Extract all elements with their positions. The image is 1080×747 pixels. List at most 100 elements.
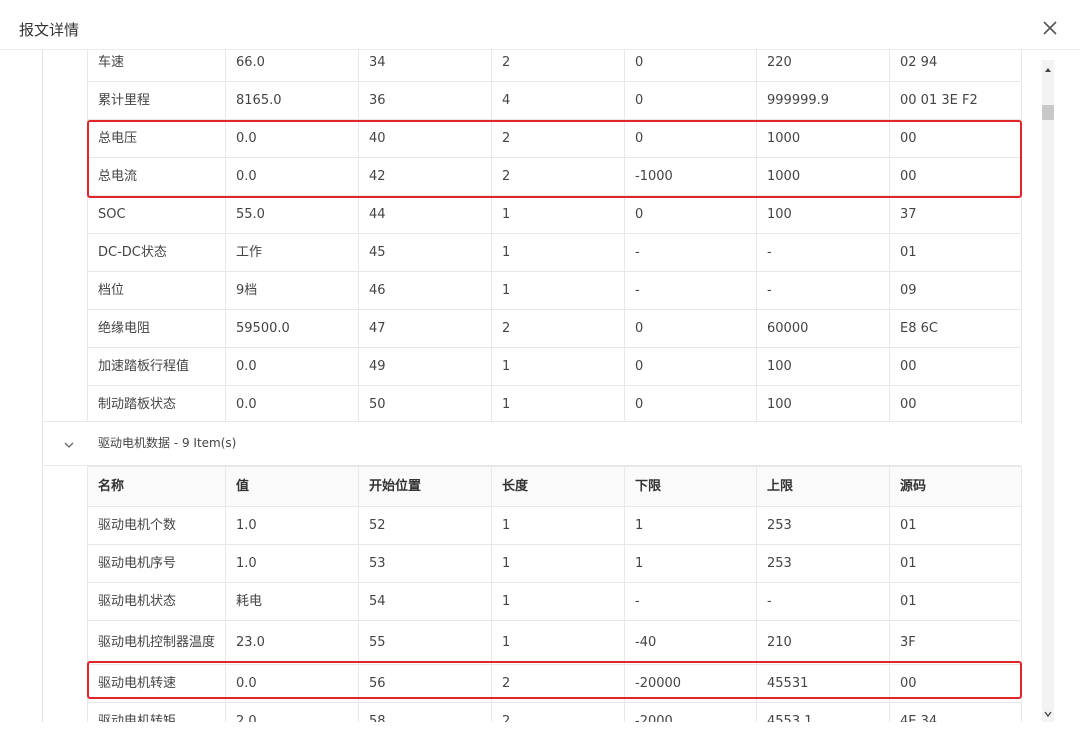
details-scroll-area[interactable]: 车速 66.0 34 2 0 220 02 94 累计里程 8165.0 36 4 0 999999.9… (0, 50, 1080, 722)
close-icon[interactable] (1038, 16, 1062, 40)
table-cell: 1 (491, 385, 625, 424)
table-row: SOC 55.0 44 1 0 100 37 (87, 195, 1022, 234)
table-cell: 9档 (225, 271, 359, 310)
table-cell: 1000 (756, 157, 890, 196)
table-cell: 1 (491, 582, 625, 621)
table-cell: 00 01 3E F2 (889, 81, 1022, 120)
table-cell: 驱动电机序号 (87, 544, 226, 583)
table-cell: 0.0 (225, 119, 359, 158)
table-cell: 1 (624, 544, 757, 583)
table-cell: 耗电 (225, 582, 359, 621)
table-cell: DC-DC状态 (87, 233, 226, 272)
dialog-footer (0, 722, 1080, 747)
table-cell: E8 6C (889, 309, 1022, 348)
scrollbar-track[interactable] (1042, 60, 1054, 722)
table-row: 总电流 0.0 42 2 -1000 1000 00 (87, 157, 1022, 196)
table-cell: 01 (889, 544, 1022, 583)
table-cell: 00 (889, 119, 1022, 158)
table-row: 累计里程 8165.0 36 4 0 999999.9 00 01 3E F2 (87, 81, 1022, 120)
table-cell: - (756, 582, 890, 621)
table-cell: 00 (889, 157, 1022, 196)
column-header[interactable]: 名称 (87, 466, 226, 507)
table-cell: 23.0 (225, 620, 359, 665)
scrollbar-thumb[interactable] (1042, 105, 1054, 120)
vertical-scrollbar[interactable] (1038, 60, 1058, 722)
table-cell: 100 (756, 347, 890, 386)
table-cell: 加速踏板行程值 (87, 347, 226, 386)
table-cell: 45 (358, 233, 492, 272)
table-cell: 4553.1 (756, 702, 890, 722)
table-cell: 253 (756, 506, 890, 545)
table-cell: 0.0 (225, 385, 359, 424)
table-cell: - (756, 233, 890, 272)
column-header[interactable]: 值 (225, 466, 359, 507)
table-cell: 驱动电机状态 (87, 582, 226, 621)
table-cell: 59500.0 (225, 309, 359, 348)
column-header[interactable]: 长度 (491, 466, 625, 507)
table-cell: - (624, 271, 757, 310)
table-cell: 52 (358, 506, 492, 545)
table-row: 驱动电机个数 1.0 52 1 1 253 01 (87, 506, 1022, 545)
drive-motor-table: 名称值开始位置 长度 下限 上限 源码 驱动电机个数 1.0 52 1 1 253 01 驱动电机序号… (87, 466, 1022, 722)
tree-indent-line (42, 50, 43, 722)
table-cell: 100 (756, 195, 890, 234)
table-cell: 45531 (756, 664, 890, 703)
table-cell: 工作 (225, 233, 359, 272)
group-label: 驱动电机数据 - 9 Item(s) (98, 436, 237, 450)
table-cell: 0 (624, 195, 757, 234)
table-cell: 驱动电机控制器温度 (87, 620, 226, 665)
table-cell: 54 (358, 582, 492, 621)
table-cell: 00 (889, 385, 1022, 424)
column-header[interactable]: 上限 (756, 466, 890, 507)
table-row: 总电压 0.0 40 2 0 1000 00 (87, 119, 1022, 158)
table-cell: 01 (889, 506, 1022, 545)
table-cell: 2 (491, 157, 625, 196)
table-cell: 53 (358, 544, 492, 583)
table-cell: 车速 (87, 50, 226, 82)
table-cell: 2.0 (225, 702, 359, 722)
table-cell: 1.0 (225, 506, 359, 545)
dialog-header: 报文详情 (0, 0, 1080, 50)
table-cell: 00 (889, 347, 1022, 386)
table-cell: 55 (358, 620, 492, 665)
table-cell: -40 (624, 620, 757, 665)
table-cell: -20000 (624, 664, 757, 703)
table-cell: 49 (358, 347, 492, 386)
table-cell: 37 (889, 195, 1022, 234)
table-cell: SOC (87, 195, 226, 234)
table-row: 制动踏板状态 0.0 50 1 0 100 00 (87, 385, 1022, 424)
table-cell: 制动踏板状态 (87, 385, 226, 424)
table-cell: 1 (491, 233, 625, 272)
table-cell: 0 (624, 309, 757, 348)
table-row: 驱动电机状态 耗电 54 1- -01 (87, 582, 1022, 621)
table-cell: 220 (756, 50, 890, 82)
table-cell: 驱动电机转速 (87, 664, 226, 703)
table-cell: 累计里程 (87, 81, 226, 120)
table-cell: 驱动电机转矩 (87, 702, 226, 722)
table-cell: 0.0 (225, 664, 359, 703)
table-cell: 58 (358, 702, 492, 722)
table-cell: 40 (358, 119, 492, 158)
table-cell: 50 (358, 385, 492, 424)
table-cell: 1000 (756, 119, 890, 158)
column-header[interactable]: 开始位置 (358, 466, 492, 507)
column-header[interactable]: 源码 (889, 466, 1022, 507)
group-row-drive-motor[interactable]: 驱动电机数据 - 9 Item(s) (43, 421, 1021, 466)
table-header-row: 名称值开始位置 长度 下限 上限 源码 (87, 466, 1022, 507)
table-cell: 44 (358, 195, 492, 234)
table-cell: 2 (491, 702, 625, 722)
table-cell: 8165.0 (225, 81, 359, 120)
chevron-down-icon[interactable] (63, 436, 75, 448)
table-cell: 210 (756, 620, 890, 665)
table-cell: 4 (491, 81, 625, 120)
chevron-down-icon[interactable] (1042, 706, 1054, 722)
chevron-up-icon[interactable] (1042, 62, 1054, 78)
table-cell: 0 (624, 119, 757, 158)
table-row: 绝缘电阻 59500.0 47 2 0 60000 E8 6C (87, 309, 1022, 348)
table-cell: 42 (358, 157, 492, 196)
table-cell: 999999.9 (756, 81, 890, 120)
dialog-title: 报文详情 (19, 21, 80, 39)
column-header[interactable]: 下限 (624, 466, 757, 507)
table-cell: - (624, 582, 757, 621)
table-cell: 60000 (756, 309, 890, 348)
